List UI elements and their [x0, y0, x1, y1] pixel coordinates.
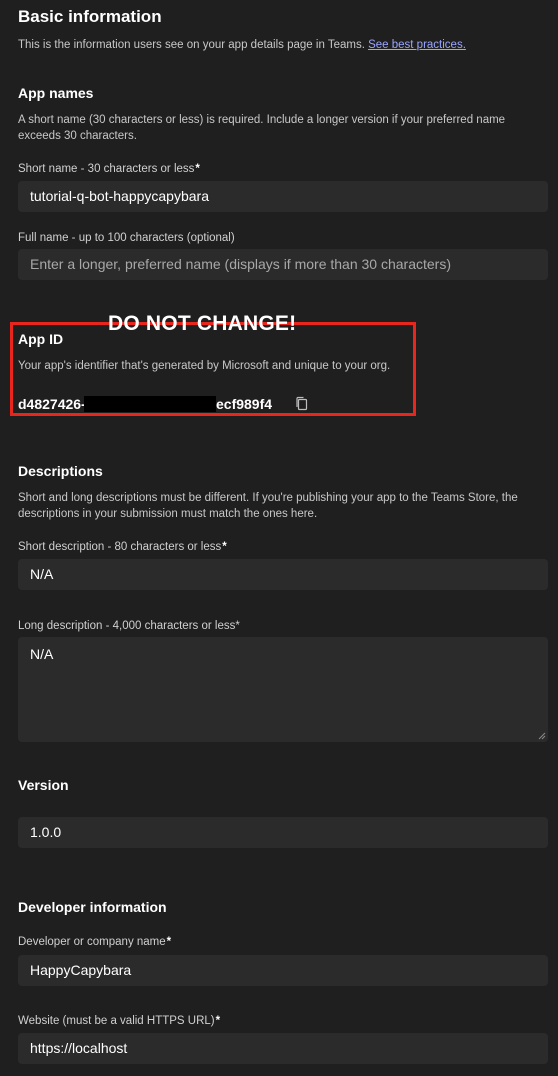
short-name-input[interactable]: tutorial-q-bot-happycapybara — [18, 181, 548, 212]
page-title: Basic information — [18, 7, 162, 26]
app-id-heading: App ID — [18, 331, 64, 347]
long-description-textarea[interactable]: N/A — [18, 637, 548, 742]
page-subtitle: This is the information users see on you… — [18, 39, 466, 51]
full-name-input[interactable]: Enter a longer, preferred name (displays… — [18, 249, 548, 280]
redaction-bar — [84, 396, 216, 412]
app-id-value-end: ecf989f4 — [216, 396, 273, 412]
descriptions-description: Short and long descriptions must be diff… — [18, 492, 518, 520]
website-label: Website (must be a valid HTTPS URL)* — [18, 1015, 221, 1027]
app-names-description: A short name (30 characters or less) is … — [18, 114, 506, 142]
app-names-heading: App names — [18, 85, 94, 101]
version-input[interactable]: 1.0.0 — [18, 817, 548, 848]
version-heading: Version — [18, 777, 69, 793]
short-name-label: Short name - 30 characters or less* — [18, 163, 200, 175]
best-practices-link[interactable]: See best practices. — [368, 39, 466, 51]
app-id-description: Your app's identifier that's generated b… — [18, 360, 391, 372]
copy-icon[interactable] — [295, 396, 309, 412]
app-id-value-start: d4827426- — [18, 396, 86, 412]
developer-name-label: Developer or company name* — [18, 936, 172, 948]
long-description-label: Long description - 4,000 characters or l… — [18, 620, 240, 632]
full-name-label: Full name - up to 100 characters (option… — [18, 232, 235, 244]
short-description-label: Short description - 80 characters or les… — [18, 541, 227, 553]
website-input[interactable]: https://localhost — [18, 1033, 548, 1064]
short-description-input[interactable]: N/A — [18, 559, 548, 590]
developer-heading: Developer information — [18, 899, 167, 915]
resize-handle-icon[interactable] — [538, 732, 546, 740]
descriptions-heading: Descriptions — [18, 463, 103, 479]
do-not-change-annotation: DO NOT CHANGE! — [108, 312, 297, 335]
developer-name-input[interactable]: HappyCapybara — [18, 955, 548, 986]
